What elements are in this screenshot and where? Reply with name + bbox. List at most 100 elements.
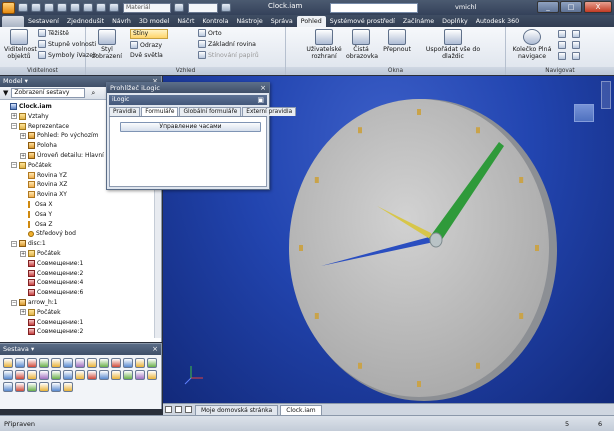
user-interface-button[interactable]: Uživatelské rozhraní [306,29,342,60]
tab-9[interactable]: Pohled [296,16,326,27]
tile-windows-icon[interactable] [165,406,172,413]
paper-shading-toggle[interactable]: Stínování papírů [198,51,259,59]
ground-plane-toggle[interactable]: Základní rovina [198,40,256,48]
tab-10[interactable]: Systémové prostředí [326,16,399,27]
tree-node[interactable]: Совмещение:4 [20,278,83,287]
tree-node[interactable]: − Reprezentace [11,122,69,131]
tab-clock-iam[interactable]: Clock.iam [280,405,322,415]
tile-all-button[interactable]: Uspořádat vše do dlaždic [418,29,488,60]
assembly-tool-icon[interactable] [87,370,97,380]
ilogic-window-header[interactable]: Prohlížeč iLogic × [107,83,269,93]
assembly-tool-icon[interactable] [51,382,61,392]
collapse-icon[interactable]: − [11,162,17,169]
open-documents-icon[interactable] [185,406,192,413]
new-file-icon[interactable] [18,3,28,12]
tree-node[interactable]: Совмещение:1 [20,259,83,268]
assembly-tool-icon[interactable] [135,370,145,380]
collapse-icon[interactable]: − [11,123,17,130]
tab-11[interactable]: Začínáme [399,16,438,27]
assembly-tool-icon[interactable] [99,370,109,380]
ilogic-tab-3[interactable]: Externí pravidla [242,107,297,116]
tab-home-page[interactable]: Moje domovská stránka [195,405,279,415]
assembly-tool-icon[interactable] [75,358,85,368]
ilogic-tab-2[interactable]: Globální formuláře [179,107,242,116]
orthographic-toggle[interactable]: Orto [198,29,222,37]
tree-node[interactable]: + Úroveň detailu: Hlavní [20,151,104,160]
tab-1[interactable]: Sestavení [24,16,63,27]
assembly-tool-icon[interactable] [27,382,37,392]
tree-node[interactable]: − disc:1 [11,239,46,248]
material-combo[interactable]: Materiál [123,2,171,13]
assembly-tool-icon[interactable] [39,382,49,392]
redo-icon[interactable] [70,3,80,12]
tree-node[interactable]: Rovina YZ [20,171,67,180]
tree-node[interactable]: Středový bod [20,229,76,238]
tab-12[interactable]: Doplňky [438,16,472,27]
tree-node[interactable]: Rovina XZ [20,180,67,189]
ilogic-tab-1[interactable]: Formuláře [141,107,179,116]
help-search-input[interactable] [330,3,418,13]
close-button[interactable]: X [584,1,612,13]
navigation-bar[interactable] [601,81,611,109]
orbit-button[interactable] [558,52,568,60]
tree-node[interactable]: Совмещение:1 [20,318,83,327]
assembly-tool-icon[interactable] [39,358,49,368]
cascade-windows-icon[interactable] [175,406,182,413]
assembly-tool-icon[interactable] [135,358,145,368]
assembly-tool-icon[interactable] [15,358,25,368]
clock-control-form-button[interactable]: Управление часами [120,122,261,132]
collapse-icon[interactable]: − [11,299,17,306]
reflections-toggle[interactable]: Odrazy [130,41,162,49]
assembly-tool-icon[interactable] [27,370,37,380]
assembly-tool-icon[interactable] [63,358,73,368]
filter-icon[interactable]: ▼ [3,89,8,97]
tree-node[interactable]: − Počátek [11,161,52,170]
options-icon[interactable]: ▣ [257,95,264,105]
tab-2[interactable]: Zjednodušit [63,16,108,27]
assembly-tool-icon[interactable] [3,358,13,368]
tree-node[interactable]: Rovina XY [20,190,67,199]
minimize-button[interactable]: _ [537,1,559,13]
assembly-tool-icon[interactable] [147,370,157,380]
close-icon[interactable]: × [260,83,266,93]
inventor-logo-icon[interactable] [2,1,15,14]
assembly-tool-icon[interactable] [99,358,109,368]
application-menu-button[interactable] [2,16,24,27]
maximize-button[interactable]: □ [560,1,582,13]
clean-screen-button[interactable]: Čistá obrazovka [346,29,378,60]
tree-node[interactable]: Clock.iam [2,102,52,111]
switch-window-button[interactable]: Přepnout [380,29,414,53]
assembly-tool-icon[interactable] [51,370,61,380]
assembly-tool-icon[interactable] [39,370,49,380]
tree-node[interactable]: Совмещение:6 [20,288,83,297]
assembly-tool-icon[interactable] [75,370,85,380]
assembly-view-combo[interactable]: Zobrazení sestavy [11,88,86,98]
assembly-tool-icon[interactable] [15,382,25,392]
tree-node[interactable]: Osa X [20,200,53,209]
shadows-combo[interactable]: Stíny [130,29,168,39]
zoom-all-button[interactable] [572,30,582,38]
tab-8[interactable]: Správa [267,16,297,27]
expand-icon[interactable]: + [20,132,26,139]
zoom-button[interactable] [558,41,568,49]
home-icon[interactable] [83,3,93,12]
object-visibility-button[interactable]: Viditelnost objektů [4,29,37,60]
assembly-panel-title[interactable]: Sestava ▾ [3,345,34,353]
center-of-gravity-toggle[interactable]: Těžiště [38,29,69,37]
expand-icon[interactable]: + [11,113,17,120]
view-face-button[interactable] [572,52,582,60]
assembly-tool-icon[interactable] [147,358,157,368]
undo-icon[interactable] [57,3,67,12]
assembly-tool-icon[interactable] [123,358,133,368]
assembly-tool-icon[interactable] [63,382,73,392]
save-icon[interactable] [44,3,54,12]
tab-3[interactable]: Návrh [108,16,135,27]
assembly-tool-icon[interactable] [123,370,133,380]
expand-icon[interactable]: + [20,152,26,159]
model-browser-title[interactable]: Model ▾ [3,77,28,85]
user-name[interactable]: vmichl [455,3,476,11]
expand-icon[interactable]: + [20,309,26,316]
steering-wheel-button[interactable]: Kolečko Plná navigace [512,29,552,60]
tree-node[interactable]: + Pohled: Po výchozím [20,131,99,140]
tab-4[interactable]: 3D model [135,16,173,27]
